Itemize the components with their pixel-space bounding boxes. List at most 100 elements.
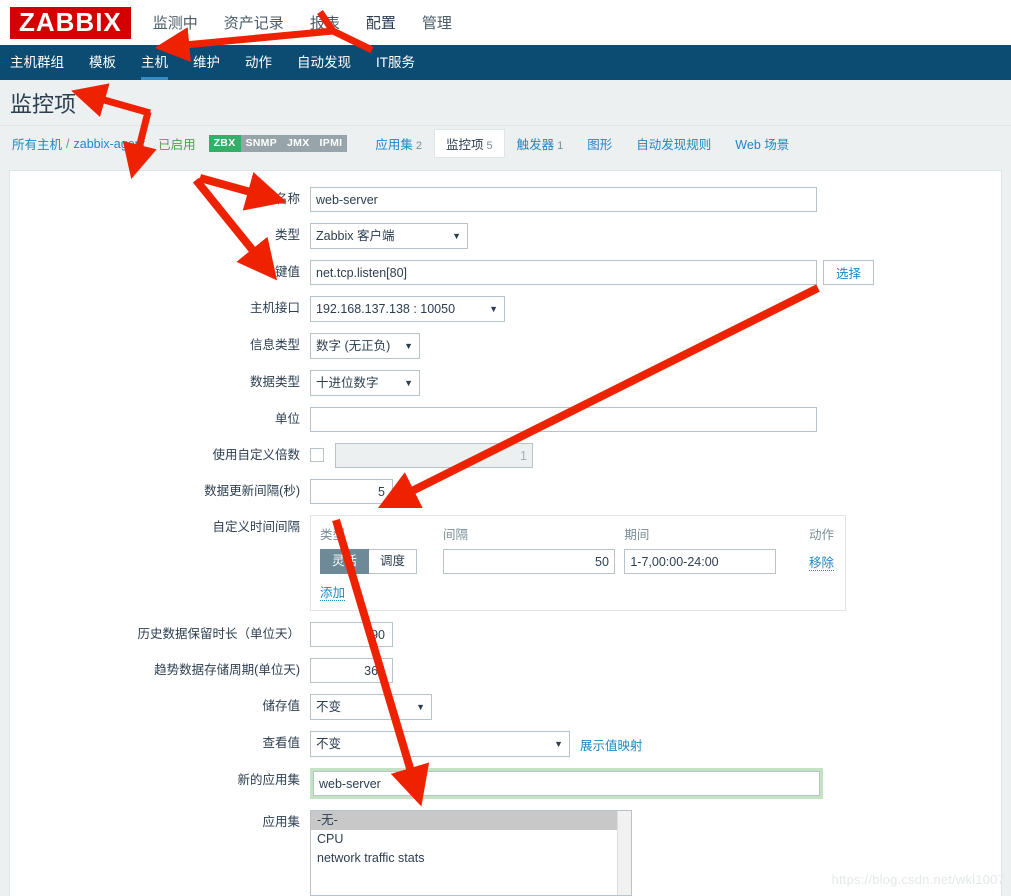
- nav-item-hosts[interactable]: 主机: [141, 45, 168, 80]
- tab-applications-label: 应用集: [375, 138, 413, 152]
- breadcrumb-all-hosts[interactable]: 所有主机: [12, 134, 62, 153]
- custom-multiplier-input: [335, 443, 533, 468]
- label-key: 键值: [274, 265, 300, 279]
- key-input[interactable]: [310, 260, 817, 285]
- tab-applications[interactable]: 应用集 2: [363, 129, 434, 158]
- col-header-action: 动作: [808, 528, 834, 542]
- host-interface-select[interactable]: 192.168.137.138 : 10050: [310, 296, 505, 322]
- units-input[interactable]: [310, 407, 817, 432]
- label-history: 历史数据保留时长（单位天）: [137, 627, 300, 641]
- form-row-show-value: 查看值 不变 ▼ 展示值映射: [10, 731, 1001, 757]
- host-interface-select-wrap: 192.168.137.138 : 10050 ▼: [310, 296, 505, 322]
- show-value-select-wrap: 不变 ▼: [310, 731, 570, 757]
- col-header-interval: 间隔: [442, 528, 468, 542]
- tab-triggers[interactable]: 触发器 1: [505, 129, 576, 158]
- label-units: 单位: [274, 412, 300, 426]
- remove-interval-link[interactable]: 移除: [808, 556, 834, 571]
- interface-tag-zbx[interactable]: ZBX: [208, 135, 241, 152]
- value-mapping-link[interactable]: 展示值映射: [580, 735, 643, 754]
- cell-type: 灵活 调度: [320, 549, 443, 574]
- label-info-type: 信息类型: [249, 338, 300, 352]
- cell-interval: [442, 549, 624, 574]
- interface-tag-jmx[interactable]: JMX: [282, 135, 315, 152]
- nav-item-templates[interactable]: 模板: [89, 45, 116, 80]
- history-input[interactable]: [310, 622, 393, 647]
- tab-discovery-rules[interactable]: 自动发现规则: [624, 129, 723, 158]
- top-menu-item-reports[interactable]: 报表: [310, 12, 340, 33]
- form-row-store-value: 储存值 不变 ▼: [10, 694, 1001, 720]
- interval-value-input[interactable]: [442, 549, 615, 574]
- entity-tabs: 应用集 2 监控项 5 触发器 1 图形 自动发现规则 Web 场景: [363, 129, 801, 158]
- new-application-input[interactable]: [313, 771, 820, 796]
- tab-web-scenarios[interactable]: Web 场景: [723, 129, 801, 158]
- table-row-add: 添加: [320, 574, 836, 601]
- label-custom-multiplier: 使用自定义倍数: [212, 448, 300, 462]
- top-menu-item-monitoring[interactable]: 监测中: [153, 12, 198, 33]
- info-type-select-wrap: 数字 (无正负) ▼: [310, 333, 420, 359]
- form-row-data-type: 数据类型 十进位数字 ▼: [10, 370, 1001, 396]
- top-menu: 监测中 资产记录 报表 配置 管理: [153, 12, 452, 33]
- form-row-new-application: 新的应用集: [10, 768, 1001, 799]
- info-type-select[interactable]: 数字 (无正负): [310, 333, 420, 359]
- list-item[interactable]: network traffic stats: [311, 849, 631, 868]
- breadcrumb-bar: 所有主机 / zabbix-agent 已启用 ZBX SNMP JMX IPM…: [0, 125, 1011, 161]
- custom-multiplier-checkbox[interactable]: [310, 448, 324, 462]
- form-row-custom-multiplier: 使用自定义倍数: [10, 443, 1001, 468]
- page-header: 监控项: [0, 80, 1011, 125]
- zabbix-logo[interactable]: ZABBIX: [10, 6, 131, 39]
- list-item[interactable]: CPU: [311, 830, 631, 849]
- form-row-custom-intervals: 自定义时间间隔 类型 间隔 期间 动作 灵活 调度 50 1-7,00:00-2…: [10, 515, 1001, 611]
- cell-period: [624, 549, 785, 574]
- col-header-period: 期间: [624, 528, 650, 542]
- interval-period-input[interactable]: [624, 549, 777, 574]
- label-trends: 趋势数据存储周期(单位天): [154, 663, 300, 677]
- interval-type-toggle: 灵活 调度: [320, 549, 439, 574]
- interface-tag-ipmi[interactable]: IPMI: [314, 135, 348, 152]
- form-row-name: 名称: [10, 187, 1001, 212]
- tab-graphs-label: 图形: [587, 138, 613, 152]
- nav-item-maintenance[interactable]: 维护: [193, 45, 220, 80]
- host-status-label[interactable]: 已启用: [158, 134, 196, 153]
- list-item[interactable]: -无-: [311, 811, 631, 830]
- interval-type-flexible-button[interactable]: 灵活: [320, 549, 370, 574]
- top-menu-item-configuration[interactable]: 配置: [366, 12, 396, 33]
- store-value-select[interactable]: 不变: [310, 694, 432, 720]
- interval-type-scheduling-button[interactable]: 调度: [369, 549, 418, 574]
- applications-listbox[interactable]: -无- CPU network traffic stats: [310, 810, 632, 896]
- update-interval-input[interactable]: [310, 479, 393, 504]
- form-row-trends: 趋势数据存储周期(单位天): [10, 658, 1001, 683]
- add-interval-link[interactable]: 添加: [320, 586, 346, 601]
- form-row-update-interval: 数据更新间隔(秒): [10, 479, 1001, 504]
- cell-action: 移除: [786, 549, 836, 574]
- top-menu-item-administration[interactable]: 管理: [422, 12, 452, 33]
- tab-triggers-count: 1: [557, 140, 564, 152]
- type-select[interactable]: Zabbix 客户端: [310, 223, 468, 249]
- top-bar: ZABBIX 监测中 资产记录 报表 配置 管理: [0, 0, 1011, 45]
- nav-item-discovery[interactable]: 自动发现: [297, 45, 351, 80]
- form-row-units: 单位: [10, 407, 1001, 432]
- data-type-select-wrap: 十进位数字 ▼: [310, 370, 420, 396]
- custom-intervals-block: 类型 间隔 期间 动作 灵活 调度 50 1-7,00:00-24:00 移除 …: [310, 515, 846, 611]
- page-title: 监控项: [10, 91, 77, 117]
- nav-item-host-groups[interactable]: 主机群组: [10, 45, 64, 80]
- trends-input[interactable]: [310, 658, 393, 683]
- tab-items[interactable]: 监控项 5: [433, 129, 505, 158]
- name-input[interactable]: [310, 187, 817, 212]
- top-menu-item-inventory[interactable]: 资产记录: [224, 12, 284, 33]
- key-select-button[interactable]: 选择: [823, 260, 875, 285]
- tab-items-label: 监控项: [445, 138, 484, 152]
- tab-applications-count: 2: [415, 140, 422, 152]
- interface-tag-snmp[interactable]: SNMP: [240, 135, 283, 152]
- label-host-interface: 主机接口: [249, 301, 300, 315]
- tab-graphs[interactable]: 图形: [575, 129, 624, 158]
- cell-add: 添加: [320, 574, 836, 601]
- show-value-select[interactable]: 不变: [310, 731, 570, 757]
- nav-item-it-services[interactable]: IT服务: [376, 45, 415, 80]
- breadcrumb-separator: /: [66, 136, 70, 151]
- breadcrumb-host[interactable]: zabbix-agent: [74, 137, 146, 151]
- form-row-type: 类型 Zabbix 客户端 ▼: [10, 223, 1001, 249]
- nav-item-actions[interactable]: 动作: [245, 45, 272, 80]
- listbox-scrollbar[interactable]: [617, 811, 631, 895]
- data-type-select[interactable]: 十进位数字: [310, 370, 420, 396]
- custom-intervals-table: 类型 间隔 期间 动作 灵活 调度 50 1-7,00:00-24:00 移除 …: [320, 521, 836, 601]
